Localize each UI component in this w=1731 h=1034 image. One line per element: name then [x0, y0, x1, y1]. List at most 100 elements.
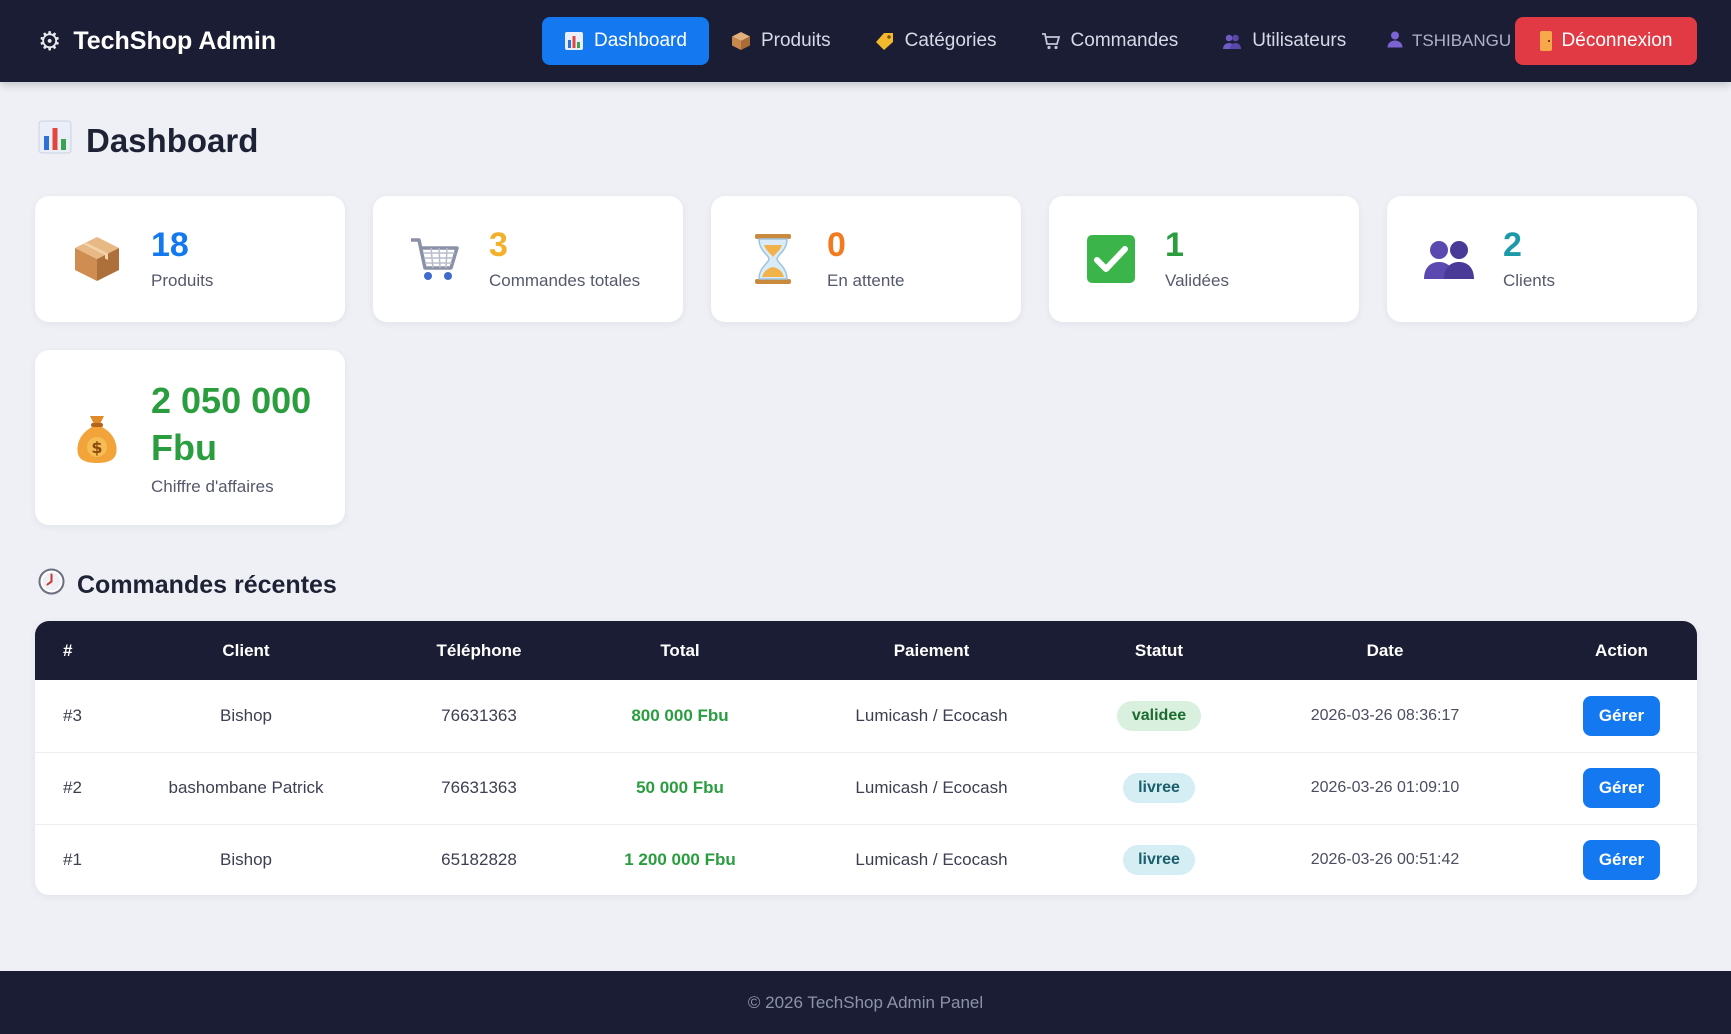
- column-header: Paiement: [893, 640, 970, 660]
- order-status-cell: validee: [1094, 680, 1224, 752]
- footer-text: © 2026 TechShop Admin Panel: [747, 992, 984, 1012]
- manage-order-button[interactable]: Gérer: [1583, 840, 1660, 881]
- stat-card-commandes: 3 Commandes totales: [373, 196, 683, 322]
- tag-icon: [875, 31, 895, 51]
- status-badge: validee: [1116, 700, 1202, 731]
- status-badge: livree: [1123, 773, 1195, 803]
- revenue-value: 2 050 000: [151, 379, 312, 421]
- nav-item-produits[interactable]: Produits: [709, 17, 853, 65]
- user-icon: [1386, 30, 1404, 53]
- top-navbar: ⚙ TechShop Admin Dashboard Produits Caté…: [0, 0, 1731, 82]
- section-title-recent-orders: Commandes récentes: [38, 566, 337, 604]
- order-date: 2026-03-26 01:09:10: [1310, 779, 1460, 796]
- brand[interactable]: ⚙ TechShop Admin: [38, 0, 276, 82]
- footer: © 2026 TechShop Admin Panel: [0, 971, 1731, 1034]
- order-client: bashombane Patrick: [168, 778, 324, 797]
- stat-card-validees: 1 Validées: [1049, 196, 1359, 322]
- page-title: Dashboard: [38, 118, 258, 164]
- order-action-cell: Gérer: [1546, 824, 1697, 895]
- money-bag-icon: $: [69, 410, 125, 466]
- stat-value: 1: [1165, 226, 1184, 265]
- nav-item-label: Catégories: [904, 30, 997, 51]
- brand-title: TechShop Admin: [73, 26, 277, 55]
- revenue-label: Chiffre d'affaires: [151, 477, 274, 497]
- order-total: 1 200 000 Fbu: [624, 850, 736, 870]
- order-total: 50 000 Fbu: [636, 778, 724, 797]
- recent-orders-table: # Client Téléphone Total Paiement Statut…: [35, 621, 1697, 895]
- check-icon: [1083, 231, 1139, 287]
- column-header: #: [63, 640, 73, 660]
- stat-label: Clients: [1503, 270, 1555, 290]
- package-icon: [69, 231, 125, 287]
- status-badge: livree: [1123, 845, 1195, 876]
- bar-chart-icon: [564, 31, 584, 51]
- stat-card-produits: 18 Produits: [35, 196, 345, 322]
- stat-card-en-attente: 0 En attente: [711, 196, 1021, 322]
- nav-item-label: Produits: [760, 30, 831, 51]
- table-row: #2 bashombane Patrick 76631363 50 000 Fb…: [35, 752, 1697, 824]
- column-header: Statut: [1134, 640, 1184, 660]
- order-id: #1: [63, 850, 82, 870]
- package-icon: [731, 31, 751, 51]
- stat-card-chiffre-affaires: $ 2 050 000 Fbu Chiffre d'affaires: [35, 350, 345, 525]
- table-row: #1 Bishop 65182828 1 200 000 Fbu Lumicas…: [35, 824, 1697, 895]
- order-action-cell: Gérer: [1546, 680, 1697, 752]
- section-title-text: Commandes récentes: [77, 570, 337, 599]
- revenue-unit: Fbu: [151, 426, 217, 468]
- stat-label: En attente: [827, 270, 905, 290]
- order-total: 800 000 Fbu: [631, 705, 729, 725]
- cart-icon: [407, 231, 463, 287]
- order-phone: 76631363: [441, 778, 517, 797]
- nav-item-dashboard[interactable]: Dashboard: [542, 17, 709, 65]
- order-phone: 65182828: [441, 850, 517, 870]
- column-header: Date: [1366, 640, 1404, 660]
- order-id: #3: [63, 705, 82, 725]
- order-status-cell: livree: [1094, 824, 1224, 895]
- svg-text:$: $: [91, 438, 102, 457]
- column-header: Client: [222, 640, 270, 660]
- table-header: # Client Téléphone Total Paiement Statut…: [35, 621, 1697, 680]
- order-action-cell: Gérer: [1546, 752, 1697, 824]
- order-payment: Lumicash / Ecocash: [855, 705, 1008, 725]
- stat-value: 0: [827, 226, 846, 265]
- stat-value: 2: [1503, 226, 1522, 265]
- logout-button[interactable]: Déconnexion: [1515, 17, 1697, 65]
- order-client: Bishop: [220, 705, 272, 725]
- logout-label: Déconnexion: [1561, 30, 1673, 51]
- stat-label: Validées: [1165, 270, 1229, 290]
- stat-label: Commandes totales: [489, 270, 641, 290]
- manage-order-button[interactable]: Gérer: [1583, 695, 1660, 736]
- current-user: TSHIBANGU: [1386, 17, 1511, 65]
- users-icon: [1421, 231, 1477, 287]
- table-row: #3 Bishop 76631363 800 000 Fbu Lumicash …: [35, 680, 1697, 752]
- door-icon: [1539, 31, 1552, 51]
- hourglass-icon: [745, 231, 801, 287]
- user-name: TSHIBANGU: [1412, 31, 1512, 50]
- order-id: #2: [63, 778, 82, 797]
- stat-value: 18: [151, 226, 189, 265]
- stat-card-clients: 2 Clients: [1387, 196, 1697, 322]
- order-date: 2026-03-26 08:36:17: [1310, 706, 1460, 724]
- order-status-cell: livree: [1094, 752, 1224, 824]
- nav-item-commandes[interactable]: Commandes: [1019, 17, 1201, 65]
- nav-item-label: Commandes: [1070, 30, 1179, 51]
- manage-order-button[interactable]: Gérer: [1583, 768, 1660, 808]
- order-payment: Lumicash / Ecocash: [855, 850, 1008, 870]
- gear-icon: ⚙: [38, 26, 62, 56]
- page-title-text: Dashboard: [86, 122, 259, 159]
- users-icon: [1222, 31, 1242, 51]
- nav-item-utilisateurs[interactable]: Utilisateurs: [1200, 17, 1368, 65]
- bar-chart-icon: [38, 120, 72, 162]
- nav-item-label: Dashboard: [594, 30, 687, 51]
- order-phone: 76631363: [441, 705, 517, 725]
- column-header: Action: [1595, 640, 1648, 660]
- stat-value: 3: [489, 226, 508, 265]
- nav-links: Dashboard Produits Catégories Commandes …: [542, 17, 1368, 65]
- order-date: 2026-03-26 00:51:42: [1310, 851, 1460, 869]
- nav-item-categories[interactable]: Catégories: [853, 17, 1019, 65]
- order-payment: Lumicash / Ecocash: [855, 778, 1008, 797]
- clock-icon: [38, 568, 65, 602]
- column-header: Téléphone: [436, 640, 522, 660]
- cart-icon: [1041, 31, 1061, 51]
- order-client: Bishop: [220, 850, 272, 870]
